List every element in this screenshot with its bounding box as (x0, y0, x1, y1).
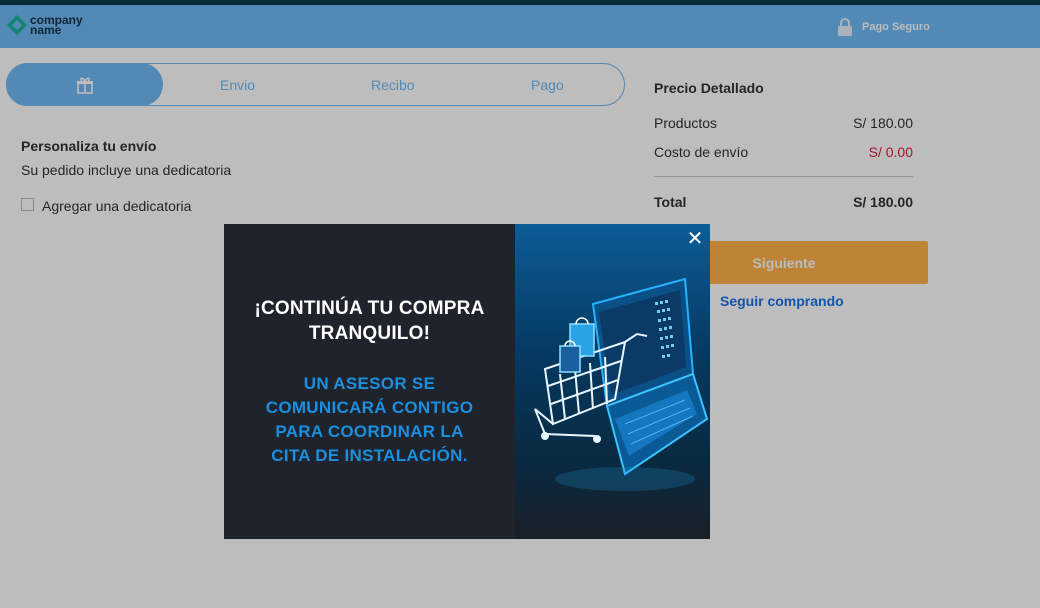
modal-body-line1: UN ASESOR SE (303, 374, 436, 393)
modal-illustration-panel (515, 224, 710, 539)
modal-body: UN ASESOR SE COMUNICARÁ CONTIGO PARA COO… (224, 372, 515, 468)
modal-heading: ¡CONTINÚA TU COMPRA TRANQUILO! (224, 296, 515, 346)
modal-heading-line2: TRANQUILO! (308, 323, 431, 344)
laptop-shopping-cart-icon (534, 277, 709, 491)
modal-heading-line1: ¡CONTINÚA TU COMPRA (254, 298, 485, 319)
modal-text-panel: ¡CONTINÚA TU COMPRA TRANQUILO! UN ASESOR… (224, 224, 515, 539)
modal-body-line4: CITA DE INSTALACIÓN. (271, 446, 468, 465)
modal-body-line3: PARA COORDINAR LA (275, 422, 464, 441)
installation-modal: ¡CONTINÚA TU COMPRA TRANQUILO! UN ASESOR… (224, 224, 710, 539)
close-icon[interactable]: ✕ (685, 229, 705, 249)
modal-body-line2: COMUNICARÁ CONTIGO (265, 398, 474, 417)
